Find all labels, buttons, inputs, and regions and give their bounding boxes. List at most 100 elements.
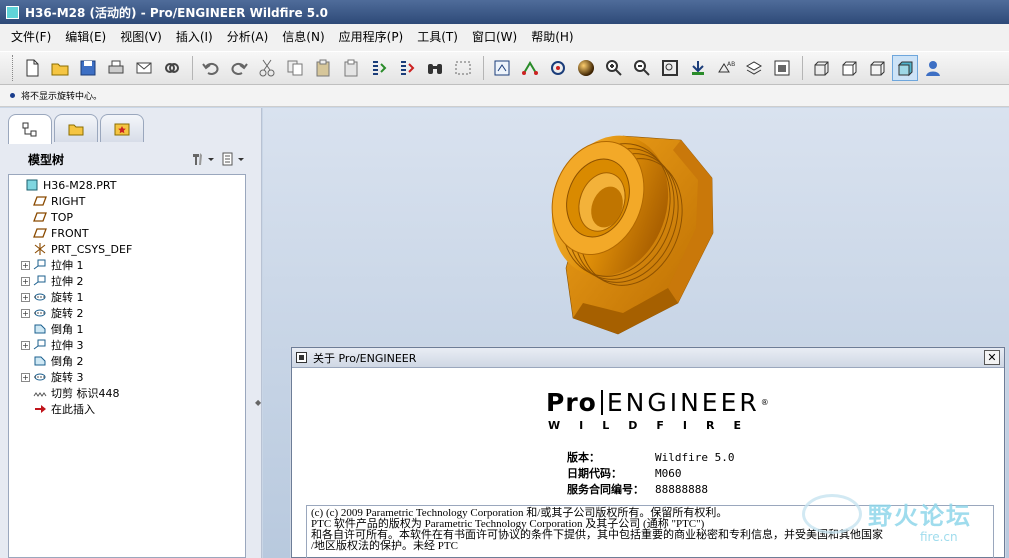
tree-item[interactable]: 倒角 2 xyxy=(9,353,245,369)
user-button[interactable] xyxy=(920,55,946,81)
wireframe-cube-icon xyxy=(814,61,829,76)
message-area: 将不显示旋转中心。 xyxy=(0,85,1009,107)
tab-favorites[interactable] xyxy=(100,114,144,142)
tab-folder-browser[interactable] xyxy=(54,114,98,142)
paste-special-button[interactable] xyxy=(338,55,364,81)
zoom-in-button[interactable] xyxy=(601,55,627,81)
menu-tools[interactable]: 工具(T) xyxy=(410,24,465,51)
copy-button[interactable] xyxy=(282,55,308,81)
menu-edit[interactable]: 编辑(E) xyxy=(58,24,113,51)
watermark-url: fire.cn xyxy=(920,530,958,544)
navigator-panel: 模型树 H36-M28.PRT RIGHT TOP FRONT PRT_CSYS_DEF… xyxy=(0,108,262,558)
wireframe-button[interactable] xyxy=(808,55,834,81)
tree-item[interactable]: 倒角 1 xyxy=(9,321,245,337)
spin-center-button[interactable] xyxy=(489,55,515,81)
menu-applications[interactable]: 应用程序(P) xyxy=(332,24,411,51)
model-tree[interactable]: H36-M28.PRT RIGHT TOP FRONT PRT_CSYS_DEF + 拉伸 … xyxy=(8,174,246,558)
cut-button[interactable] xyxy=(254,55,280,81)
orient-mode-icon xyxy=(522,61,538,75)
hammer-wrench-icon xyxy=(193,153,214,165)
no-hidden-button[interactable] xyxy=(864,55,890,81)
layers-button[interactable] xyxy=(741,55,767,81)
printer-icon xyxy=(108,60,124,74)
revolve-icon xyxy=(32,306,48,320)
date-code-value: M060 xyxy=(655,466,682,480)
refit-button[interactable] xyxy=(657,55,683,81)
find-button[interactable] xyxy=(422,55,448,81)
expand-toggle-icon[interactable]: + xyxy=(21,372,30,382)
tree-item[interactable]: + 拉伸 3 xyxy=(9,337,245,353)
tree-item-label: 拉伸 2 xyxy=(51,275,84,288)
orient-mode-button[interactable] xyxy=(517,55,543,81)
close-button[interactable]: ✕ xyxy=(984,350,1000,365)
logo-wildfire: WILDFIRE xyxy=(548,419,760,432)
tree-item[interactable]: + 旋转 1 xyxy=(9,289,245,305)
tab-model-tree[interactable] xyxy=(8,114,52,144)
new-file-button[interactable] xyxy=(19,55,45,81)
open-file-button[interactable] xyxy=(47,55,73,81)
zoom-out-button[interactable] xyxy=(629,55,655,81)
menu-insert[interactable]: 插入(I) xyxy=(169,24,220,51)
tree-item[interactable]: + 拉伸 1 xyxy=(9,257,245,273)
save-button[interactable] xyxy=(75,55,101,81)
tree-item[interactable]: H36-M28.PRT xyxy=(9,177,245,193)
expand-toggle-icon[interactable]: + xyxy=(21,292,30,302)
regen-manager-button[interactable] xyxy=(394,55,420,81)
expand-toggle-icon[interactable]: + xyxy=(21,260,30,270)
send-mail-button[interactable] xyxy=(131,55,157,81)
tree-item[interactable]: TOP xyxy=(9,209,245,225)
tree-settings-button[interactable] xyxy=(188,149,218,169)
tree-item[interactable]: PRT_CSYS_DEF xyxy=(9,241,245,257)
zoom-out-icon xyxy=(634,60,650,76)
datum-plane-icon xyxy=(32,194,48,208)
tree-item-label: 倒角 2 xyxy=(51,355,84,368)
shaded-button[interactable] xyxy=(892,55,918,81)
menu-info[interactable]: 信息(N) xyxy=(275,24,331,51)
expand-toggle-icon[interactable]: + xyxy=(21,276,30,286)
regenerate-icon xyxy=(373,61,387,75)
toolbar-grip[interactable] xyxy=(12,55,15,81)
tree-item-label: H36-M28.PRT xyxy=(43,178,117,192)
tree-show-button[interactable] xyxy=(218,149,248,169)
tree-item[interactable]: + 拉伸 2 xyxy=(9,273,245,289)
regenerate-button[interactable] xyxy=(366,55,392,81)
scissors-icon xyxy=(259,59,275,77)
menu-view[interactable]: 视图(V) xyxy=(113,24,169,51)
hex-fitting-3d-model[interactable] xyxy=(528,118,728,348)
tree-item[interactable]: 在此插入 xyxy=(9,401,245,417)
expand-toggle-icon[interactable]: + xyxy=(21,340,30,350)
menu-window[interactable]: 窗口(W) xyxy=(465,24,524,51)
select-box-button[interactable] xyxy=(450,55,476,81)
watermark-text: 野火论坛 xyxy=(868,502,972,530)
menu-file[interactable]: 文件(F) xyxy=(4,24,58,51)
undo-button[interactable] xyxy=(198,55,224,81)
expand-toggle-icon[interactable]: + xyxy=(21,308,30,318)
version-info: 版本： Wildfire 5.0 日期代码： M060 服务合同编号： 8888… xyxy=(567,449,734,497)
panel-splitter[interactable]: ◆ xyxy=(255,398,261,408)
paste-button[interactable] xyxy=(310,55,336,81)
tree-item[interactable]: + 旋转 2 xyxy=(9,305,245,321)
redo-button[interactable] xyxy=(226,55,252,81)
saved-views-icon: AB xyxy=(718,61,735,73)
send-link-button[interactable] xyxy=(159,55,185,81)
forum-watermark: 野火论坛 fire.cn xyxy=(800,490,1009,558)
repaint-button[interactable] xyxy=(545,55,571,81)
tree-item[interactable]: FRONT xyxy=(9,225,245,241)
shading-button[interactable] xyxy=(573,55,599,81)
menu-help[interactable]: 帮助(H) xyxy=(524,24,580,51)
tree-item[interactable]: 切剪 标识448 xyxy=(9,385,245,401)
tree-item[interactable]: RIGHT xyxy=(9,193,245,209)
tree-item-label: 拉伸 3 xyxy=(51,339,84,352)
saved-views-button[interactable]: AB xyxy=(713,55,739,81)
hidden-line-button[interactable] xyxy=(836,55,862,81)
print-button[interactable] xyxy=(103,55,129,81)
chamfer-icon xyxy=(32,354,48,368)
reorient-button[interactable] xyxy=(685,55,711,81)
tree-item-label: 旋转 2 xyxy=(51,307,84,320)
view-manager-button[interactable] xyxy=(769,55,795,81)
model-tree-header: 模型树 xyxy=(4,144,254,174)
main-toolbar: AB xyxy=(0,51,1009,85)
svg-text:AB: AB xyxy=(727,61,735,68)
tree-item[interactable]: + 旋转 3 xyxy=(9,369,245,385)
menu-analysis[interactable]: 分析(A) xyxy=(220,24,276,51)
